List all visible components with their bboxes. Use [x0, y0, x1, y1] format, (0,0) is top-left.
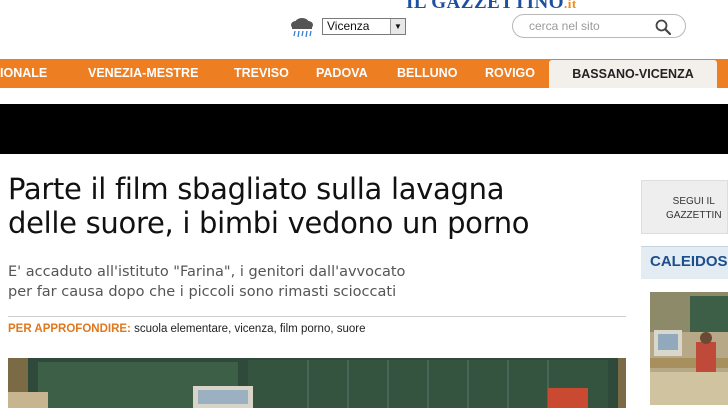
article-photo[interactable] [8, 358, 626, 408]
ad-banner [0, 104, 728, 154]
main-nav: IONALE VENEZIA-MESTRE TREVISO PADOVA BEL… [0, 59, 728, 88]
tags-label: PER APPROFONDIRE: [8, 323, 131, 335]
headline-line: delle suore, i bimbi vedono un porno [8, 206, 530, 240]
tag-link[interactable]: scuola elementare [134, 323, 228, 335]
city-select-value: Vicenza [327, 19, 370, 33]
tag-link[interactable]: film porno [280, 323, 331, 335]
nav-item-bassano-vicenza[interactable]: BASSANO-VICENZA [549, 60, 717, 88]
search-input[interactable] [527, 18, 651, 34]
follow-line: SEGUI IL [672, 196, 715, 207]
subhead-line: per far causa dopo che i piccoli sono ri… [8, 284, 397, 300]
nav-item-rovigo[interactable]: ROVIGO [485, 59, 535, 88]
logo-text: IL GAZZETTINO [406, 0, 565, 13]
nav-item-padova[interactable]: PADOVA [316, 59, 368, 88]
search-box[interactable] [512, 14, 686, 38]
follow-box[interactable]: SEGUI IL GAZZETTIN [641, 180, 728, 234]
divider [8, 316, 626, 317]
article-headline: Parte il film sbagliato sulla lavagna de… [8, 172, 628, 240]
site-logo[interactable]: IL GAZZETTINO.it [406, 0, 577, 14]
logo-tld: .it [564, 0, 577, 11]
headline-line: Parte il film sbagliato sulla lavagna [8, 172, 505, 206]
city-select[interactable]: Vicenza ▼ [322, 18, 406, 35]
article-subheading: E' accaduto all'istituto "Farina", i gen… [8, 262, 608, 302]
rain-cloud-icon [291, 18, 313, 38]
sidebar-photo[interactable] [650, 292, 728, 405]
section-title: CALEIDOS [650, 253, 728, 270]
search-icon[interactable] [655, 19, 671, 35]
subhead-line: E' accaduto all'istituto "Farina", i gen… [8, 264, 406, 280]
classroom-thumbnail-image [650, 292, 728, 405]
nav-item-nazionale[interactable]: IONALE [0, 59, 47, 88]
nav-item-treviso[interactable]: TREVISO [234, 59, 289, 88]
follow-line: GAZZETTIN [666, 210, 722, 221]
follow-text: SEGUI IL GAZZETTIN [666, 195, 722, 223]
nav-item-belluno[interactable]: BELLUNO [397, 59, 457, 88]
tag-link[interactable]: vicenza [234, 323, 273, 335]
classroom-photo-image [8, 358, 626, 408]
tag-link[interactable]: suore [337, 323, 366, 335]
caleidoscopio-header: CALEIDOS [641, 246, 728, 279]
chevron-down-icon[interactable]: ▼ [390, 19, 405, 34]
related-tags: PER APPROFONDIRE: scuola elementare, vic… [8, 323, 366, 335]
nav-item-venezia-mestre[interactable]: VENEZIA-MESTRE [88, 59, 198, 88]
